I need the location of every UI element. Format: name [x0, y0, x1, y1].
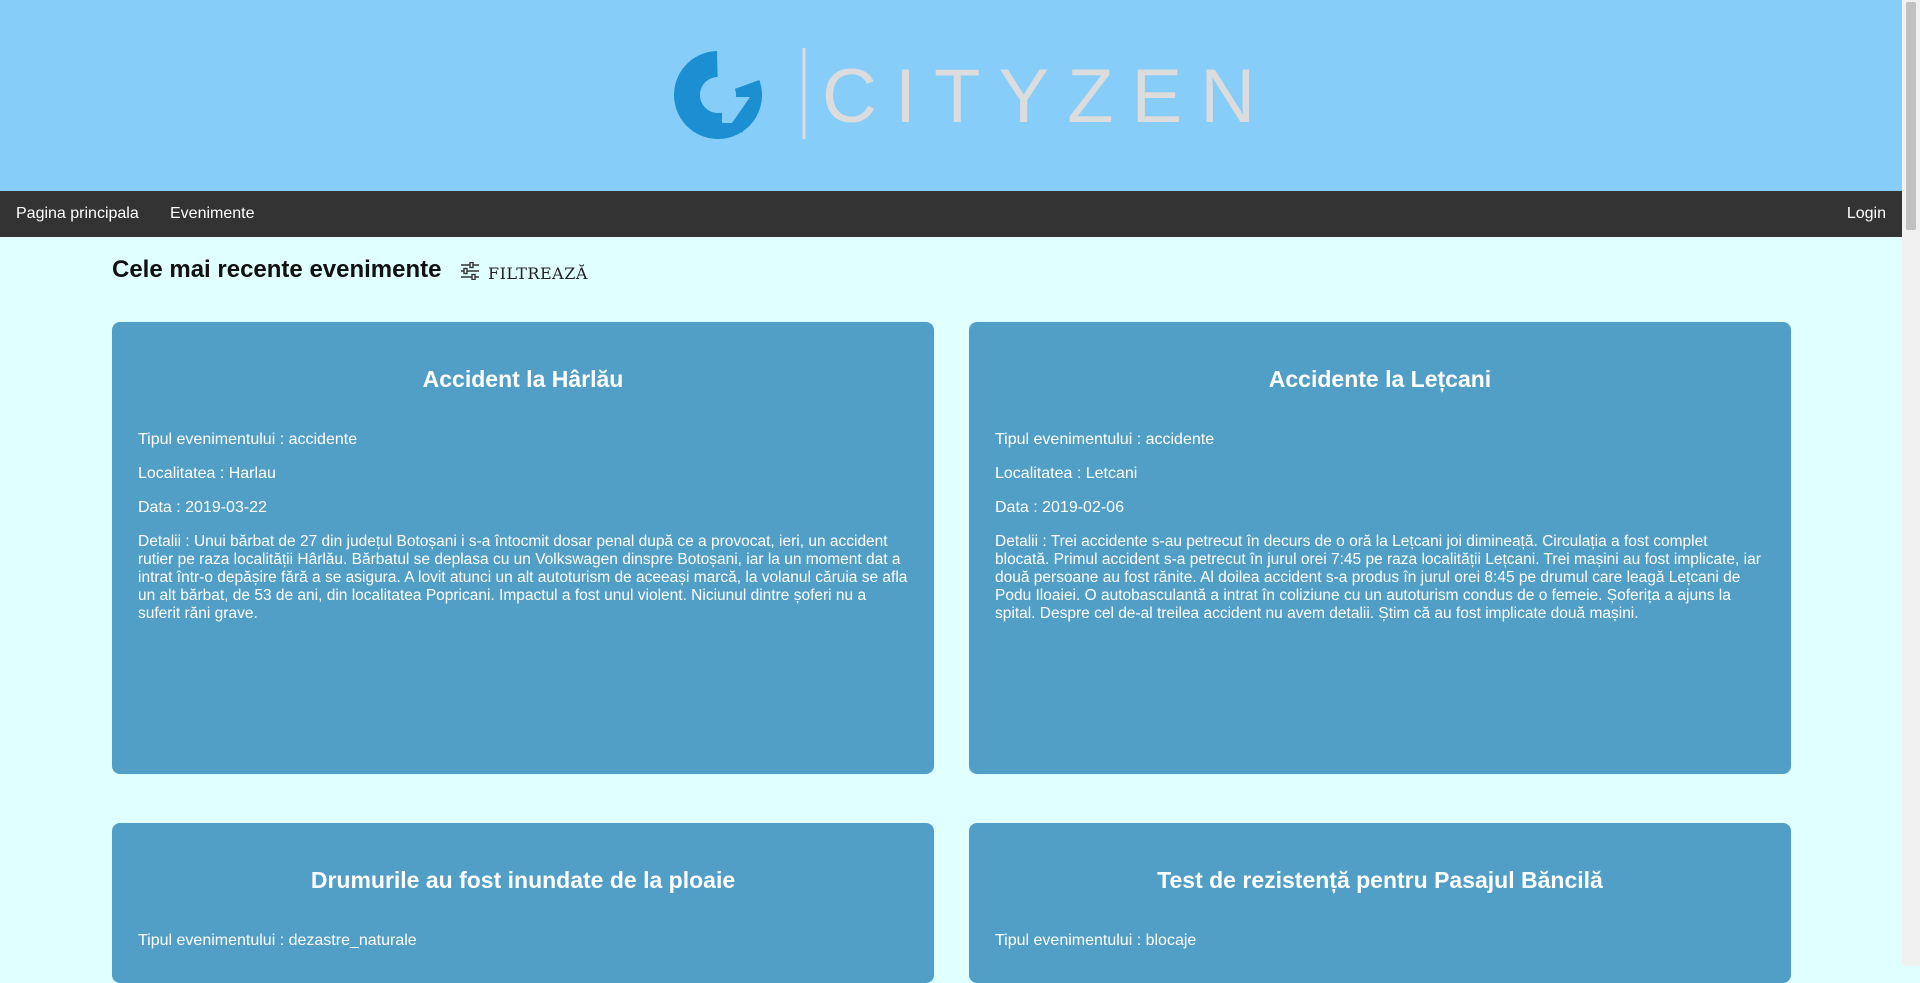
logo-text: CITYZEN	[822, 54, 1274, 139]
event-title: Accident la Hârlău	[422, 366, 624, 392]
event-card[interactable]: Test de rezistență pentru Pasajul Băncil…	[969, 823, 1791, 983]
page-scrollbar[interactable]	[1902, 0, 1920, 966]
event-type: Tipul evenimentului : dezastre_naturale	[138, 932, 417, 949]
event-card[interactable]: Accidente la Lețcani Tipul evenimentului…	[969, 322, 1791, 774]
sliders-icon	[460, 261, 480, 285]
nav-home-link[interactable]: Pagina principala	[16, 191, 139, 237]
site-header: CITYZEN	[0, 0, 1902, 191]
event-location: Localitatea : Harlau	[138, 465, 276, 482]
event-details: Detalii : Trei accidente s-au petrecut î…	[995, 533, 1761, 622]
event-date: Data : 2019-02-06	[995, 499, 1124, 516]
nav-events-link[interactable]: Evenimente	[170, 191, 255, 237]
event-date: Data : 2019-03-22	[138, 499, 267, 516]
page-title: Cele mai recente evenimente	[112, 256, 442, 283]
event-title: Drumurile au fost inundate de la ploaie	[310, 867, 736, 893]
event-card[interactable]: Accident la Hârlău Tipul evenimentului :…	[112, 322, 934, 774]
event-card[interactable]: Drumurile au fost inundate de la ploaie …	[112, 823, 934, 983]
cityzen-logo[interactable]: CITYZEN	[672, 45, 1255, 145]
event-type: Tipul evenimentului : accidente	[138, 431, 358, 448]
event-type: Tipul evenimentului : blocaje	[995, 932, 1197, 949]
filter-label: FILTREAZĂ	[488, 263, 588, 283]
main-navbar: Pagina principala Evenimente Login	[0, 191, 1902, 237]
event-location: Localitatea : Letcani	[995, 465, 1138, 482]
event-type: Tipul evenimentului : accidente	[995, 431, 1215, 448]
event-details: Detalii : Unui bărbat de 27 din județul …	[138, 533, 908, 622]
filter-button[interactable]: FILTREAZĂ	[460, 261, 588, 285]
nav-login-link[interactable]: Login	[1847, 191, 1886, 237]
event-title: Test de rezistență pentru Pasajul Băncil…	[1157, 867, 1603, 893]
scrollbar-thumb[interactable]	[1906, 2, 1916, 230]
cityzen-logo-icon	[674, 48, 806, 139]
event-title: Accidente la Lețcani	[1268, 366, 1492, 392]
